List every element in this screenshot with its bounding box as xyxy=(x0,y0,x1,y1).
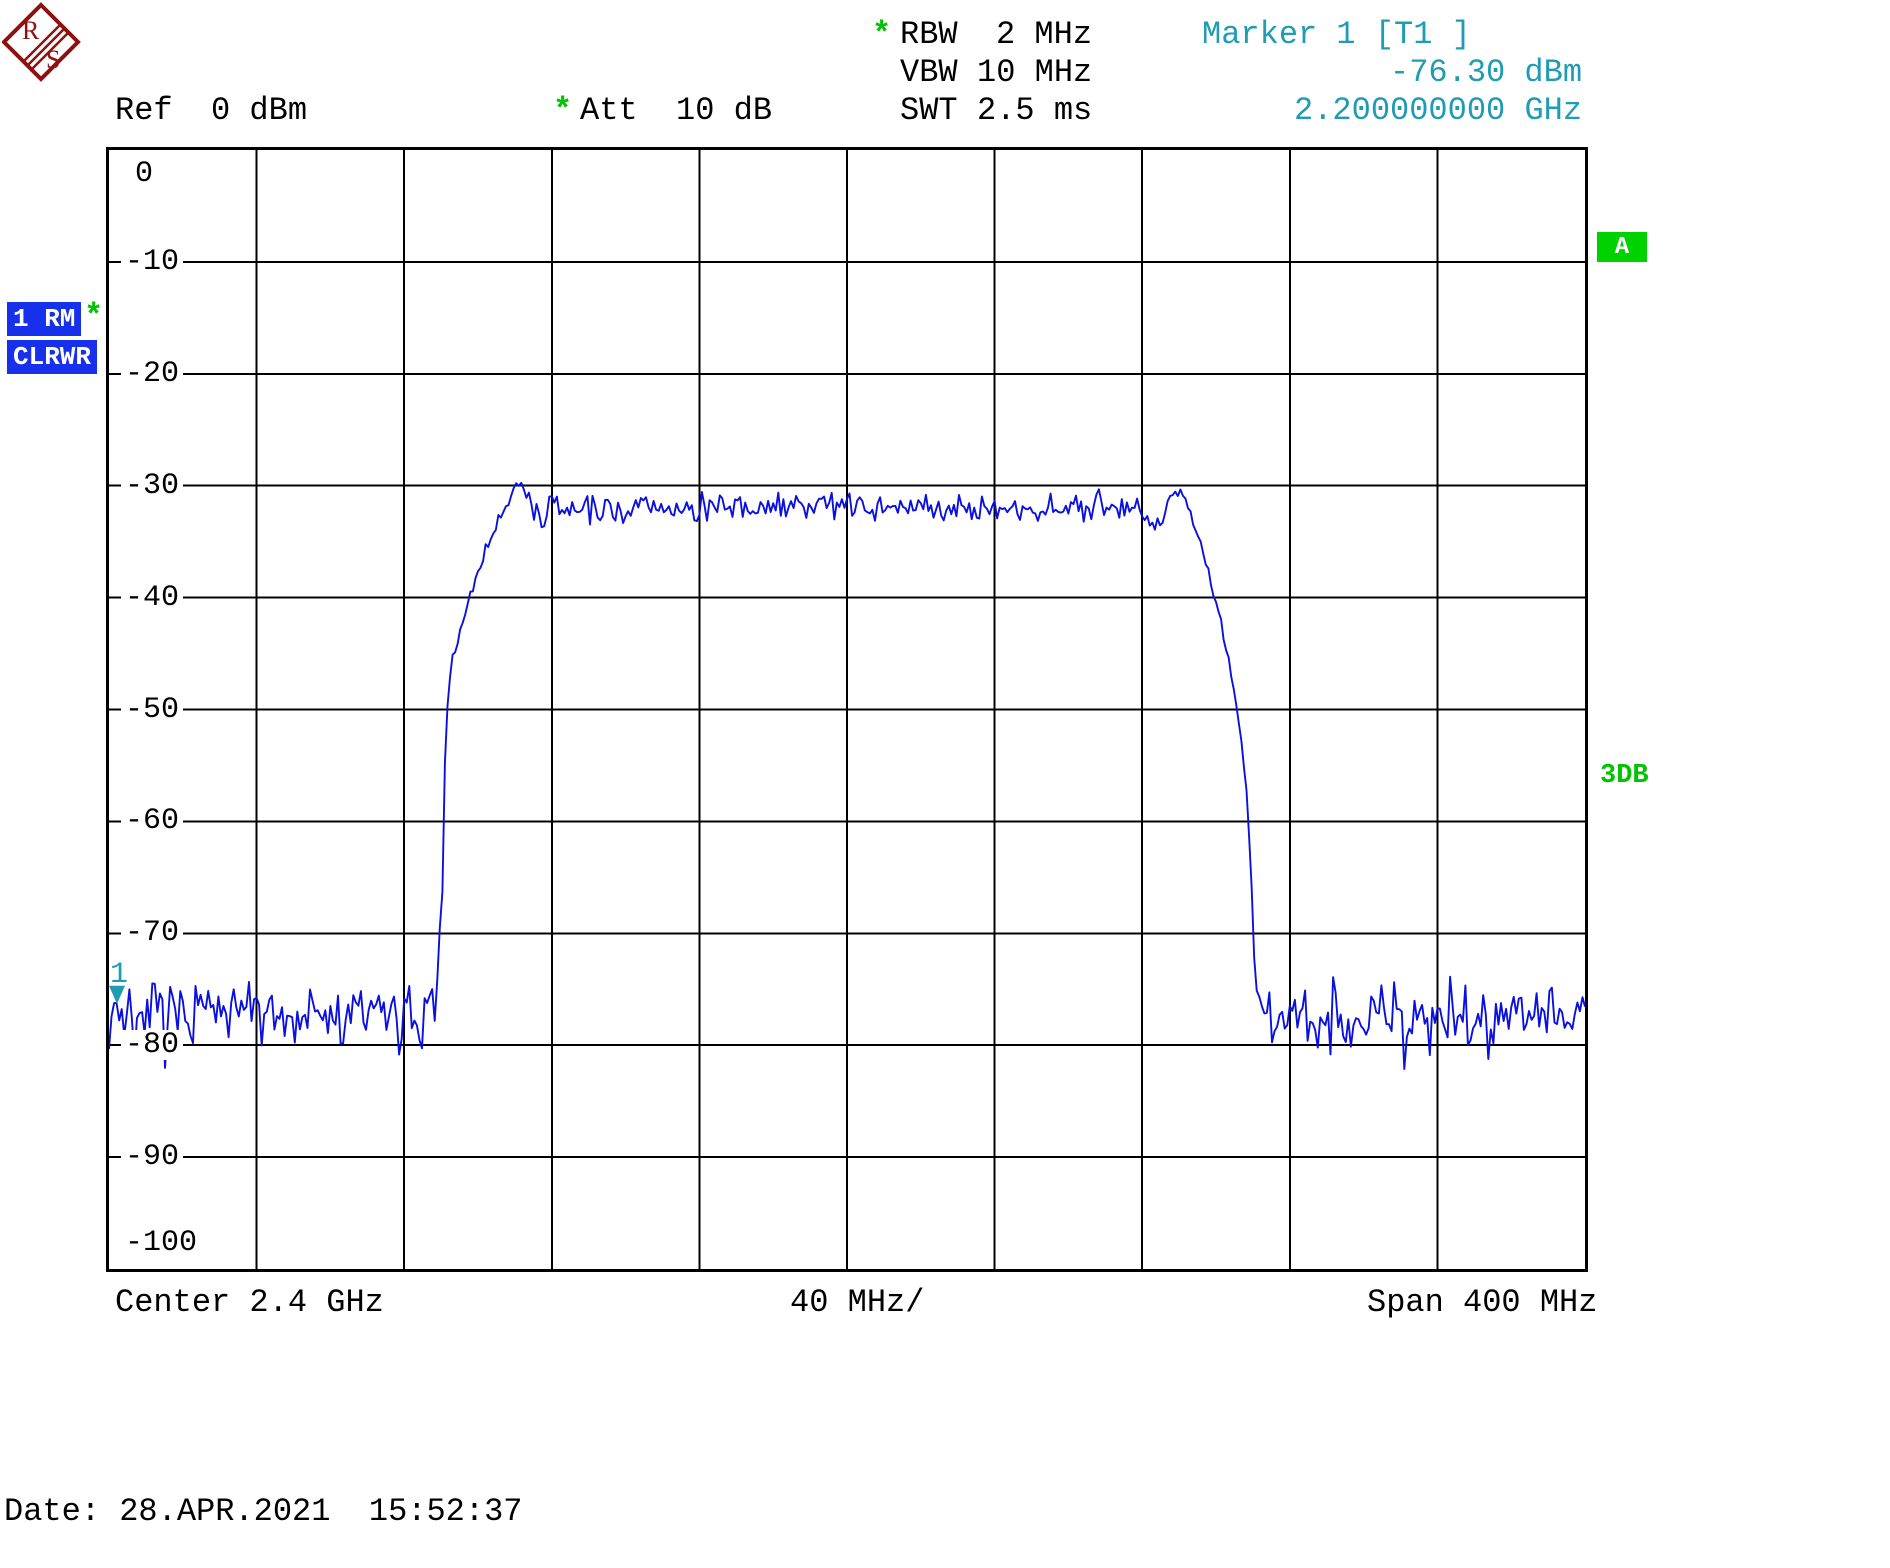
attenuation-label: Att xyxy=(580,94,638,128)
rbw-label: RBW xyxy=(900,18,958,52)
swt-value: 2.5 ms xyxy=(977,94,1092,128)
y-axis-tick-label: -50 xyxy=(121,695,183,725)
vbw-label: VBW xyxy=(900,56,958,90)
y-axis-tick-label: -20 xyxy=(121,359,183,389)
trace-mode-badge: 1 RM xyxy=(7,302,81,336)
rbw-value: 2 MHz xyxy=(996,18,1092,52)
date-time-label: Date: 28.APR.2021 15:52:37 xyxy=(4,1495,522,1529)
att-coupled-star: * xyxy=(553,94,572,128)
marker-title: Marker 1 [T1 ] xyxy=(1202,18,1471,52)
frequency-per-div-label: 40 MHz/ xyxy=(790,1286,924,1320)
span-label: Span 400 MHz xyxy=(1367,1286,1597,1320)
screen-a-badge: A xyxy=(1597,232,1647,262)
y-axis-tick-label: -40 xyxy=(121,583,183,613)
detector-badge: CLRWR xyxy=(7,340,97,374)
graticule-plot-area: 1 0 -10 -20 -30 -40 -50 -60 -70 -80 -90 -100 xyxy=(106,147,1588,1272)
y-axis-tick-label: -80 xyxy=(121,1030,183,1060)
marker-1-number: 1 xyxy=(110,958,128,992)
ref-level-label: Ref xyxy=(115,94,173,128)
rohde-schwarz-logo: R S xyxy=(2,2,82,82)
coupling-3db-label: 3DB xyxy=(1600,761,1649,791)
y-axis-tick-label: -90 xyxy=(121,1142,183,1172)
swt-label: SWT xyxy=(900,94,958,128)
vbw-value: 10 MHz xyxy=(977,56,1092,90)
grid-and-trace-canvas: 1 xyxy=(109,150,1585,1269)
y-axis-tick-label: 0 xyxy=(131,159,157,189)
logo-letter-s: S xyxy=(46,45,60,74)
logo-letter-r: R xyxy=(22,16,40,45)
spectrum-analyzer-screenshot: { "logo": { "letter_top": "R", "letter_b… xyxy=(0,0,1890,1568)
marker-frequency-value: 2.200000000 GHz xyxy=(1294,94,1582,128)
y-axis-tick-label: -60 xyxy=(121,806,183,836)
trace-star: * xyxy=(84,300,103,334)
center-frequency-label: Center 2.4 GHz xyxy=(115,1286,384,1320)
attenuation-value: 10 dB xyxy=(676,94,772,128)
rbw-coupled-star: * xyxy=(872,18,891,52)
ref-level-value: 0 dBm xyxy=(211,94,307,128)
y-axis-tick-label: -100 xyxy=(121,1228,201,1258)
marker-level-value: -76.30 dBm xyxy=(1390,56,1582,90)
y-axis-tick-label: -10 xyxy=(121,247,183,277)
y-axis-tick-label: -30 xyxy=(121,471,183,501)
y-axis-tick-label: -70 xyxy=(121,918,183,948)
